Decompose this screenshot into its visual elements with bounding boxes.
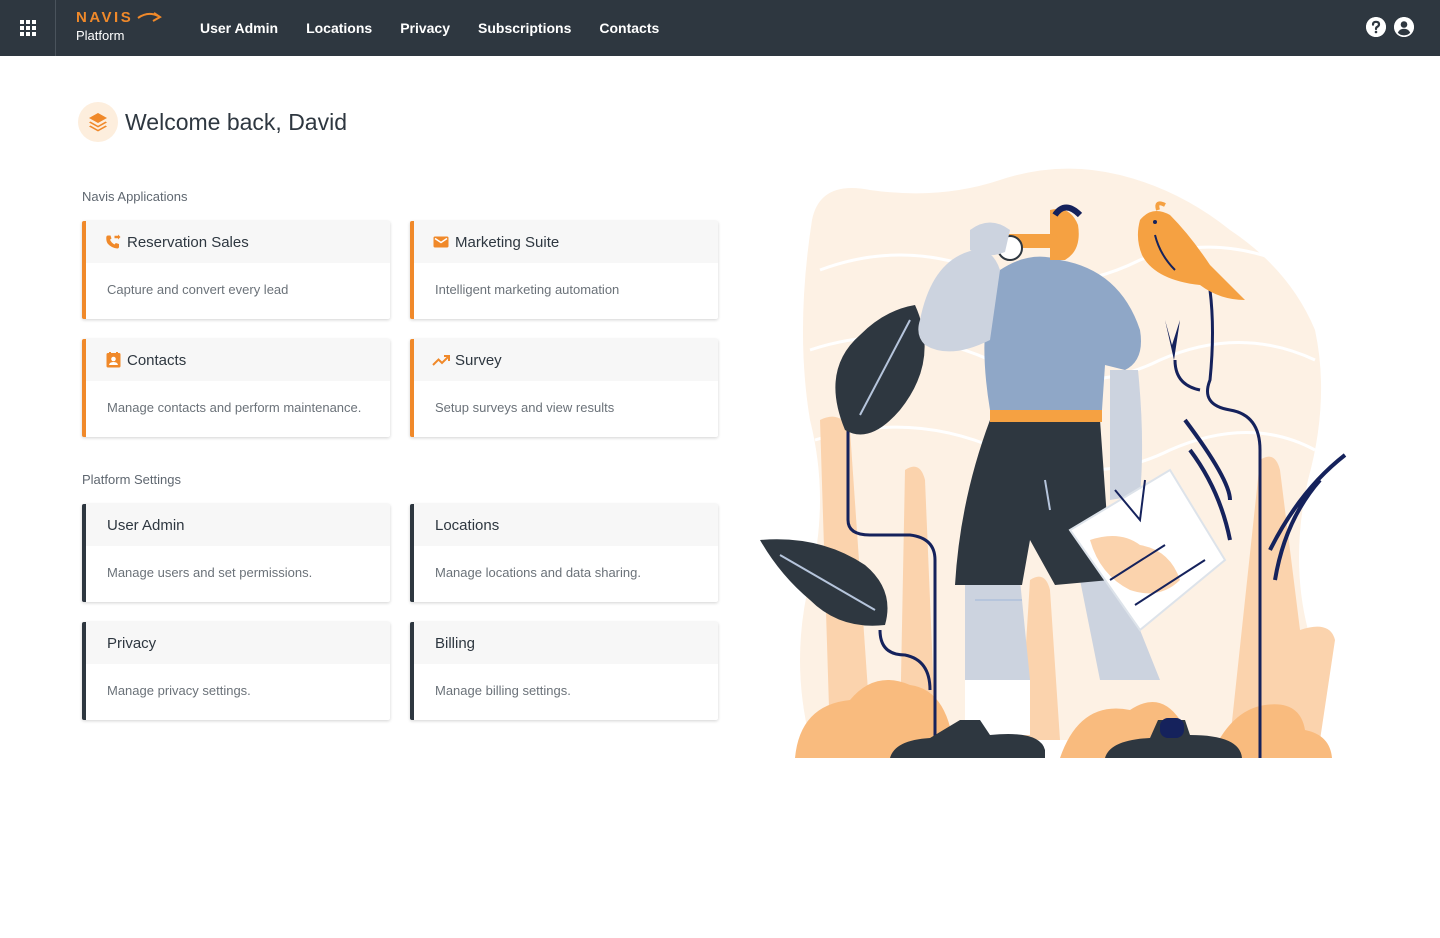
layers-icon [89,113,107,132]
card-reservation-sales[interactable]: Reservation Sales Capture and convert ev… [82,221,390,319]
trending-up-icon [432,351,450,369]
top-icons [1366,17,1414,37]
card-description: Manage contacts and perform maintenance. [107,400,362,415]
nav-subscriptions[interactable]: Subscriptions [464,0,585,56]
card-marketing-suite[interactable]: Marketing Suite Intelligent marketing au… [410,221,718,319]
card-description: Manage users and set permissions. [107,565,313,580]
brand-subtitle: Platform [76,28,125,43]
explorer-illustration [760,168,1347,758]
card-contacts[interactable]: Contacts Manage contacts and perform mai… [82,339,390,437]
card-title: Survey [455,351,502,369]
card-header: Marketing Suite [414,221,718,263]
card-description: Capture and convert every lead [107,282,289,297]
account-button[interactable] [1394,17,1414,37]
phone-forward-icon [104,233,122,251]
section-label-applications: Navis Applications [82,189,188,204]
card-title: Privacy [107,634,157,652]
app-launcher-button[interactable] [0,0,56,56]
card-locations[interactable]: Locations Manage locations and data shar… [410,504,718,602]
swoosh-icon [137,12,162,22]
card-description: Manage billing settings. [435,683,571,698]
card-header: Contacts [86,339,390,381]
card-title: Reservation Sales [127,233,249,251]
card-header: Privacy [86,622,390,664]
help-button[interactable] [1366,17,1386,37]
card-privacy[interactable]: Privacy Manage privacy settings. [82,622,390,720]
card-description: Setup surveys and view results [435,400,615,415]
brand-name: NAVIS [76,9,134,26]
card-billing[interactable]: Billing Manage billing settings. [410,622,718,720]
top-bar: NAVIS Platform User Admin Locations Priv… [0,0,1440,56]
card-user-admin[interactable]: User Admin Manage users and set permissi… [82,504,390,602]
card-description: Manage privacy settings. [107,683,251,698]
nav-privacy[interactable]: Privacy [386,0,464,56]
card-description: Manage locations and data sharing. [435,565,641,580]
card-title: Billing [435,634,476,652]
card-title: Locations [435,516,500,534]
main-nav: User Admin Locations Privacy Subscriptio… [186,0,673,56]
user-circle-icon [1394,17,1414,37]
card-title: Marketing Suite [455,233,560,251]
nav-user-admin[interactable]: User Admin [186,0,292,56]
card-title: User Admin [107,516,185,534]
card-header: User Admin [86,504,390,546]
grid-icon [19,20,36,36]
nav-locations[interactable]: Locations [292,0,386,56]
card-survey[interactable]: Survey Setup surveys and view results [410,339,718,437]
card-header: Billing [414,622,718,664]
page-title: Welcome back, David [125,108,347,135]
card-description: Intelligent marketing automation [435,282,620,297]
nav-contacts[interactable]: Contacts [585,0,673,56]
card-header: Survey [414,339,718,381]
card-title: Contacts [127,351,187,369]
welcome-badge [78,102,118,142]
section-label-settings: Platform Settings [82,472,181,487]
card-header: Locations [414,504,718,546]
brand-logo[interactable]: NAVIS Platform [76,9,162,43]
envelope-icon [432,233,450,251]
question-circle-icon [1366,17,1386,37]
card-header: Reservation Sales [86,221,390,263]
welcome-header: Welcome back, David [78,102,347,142]
contact-card-icon [104,351,122,369]
